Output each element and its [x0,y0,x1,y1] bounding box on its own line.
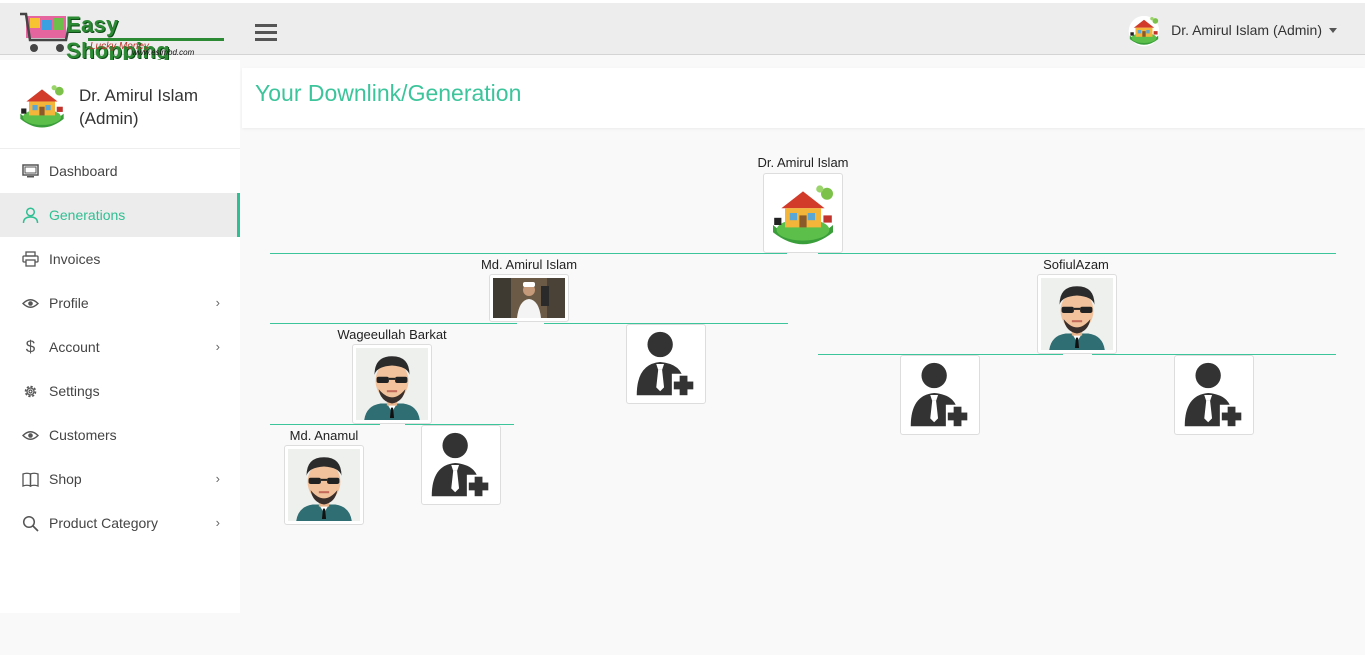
sidebar-item-label: Dashboard [49,163,118,179]
user-avatar [1127,13,1161,47]
dollar-icon: $ [25,337,36,356]
sidebar-menu: Dashboard Generations Invoices Profile ›… [0,149,240,545]
profile-name: Dr. Amirul Islam (Admin) [79,86,199,128]
sidebar-item-label: Product Category [49,515,158,531]
sidebar-item-label: Settings [49,383,100,399]
book-icon [22,471,39,488]
chevron-right-icon: › [215,295,220,310]
brand-logo[interactable]: Easy Shopping Lucky Money www.eslmbd.com [20,10,225,63]
sidebar-item-label: Account [49,339,100,355]
page-title: Your Downlink/Generation [255,80,522,106]
add-member-slot[interactable] [1174,355,1254,435]
printer-icon [22,251,39,268]
add-user-icon [422,426,500,504]
add-user-icon [627,325,705,403]
tree-node-name: Md. Anamul [289,428,359,443]
sidebar-item-invoices[interactable]: Invoices [0,237,240,281]
user-dropdown[interactable]: Dr. Amirul Islam (Admin) [1127,13,1337,47]
tree-node-left[interactable] [489,274,569,322]
sidebar-item-dashboard[interactable]: Dashboard [0,149,240,193]
sidebar-item-label: Profile [49,295,89,311]
add-member-slot[interactable] [626,324,706,404]
tree-node-right[interactable] [1037,274,1117,354]
tree-node-name: SofiulAzam [1043,257,1109,272]
avatar [16,79,68,131]
menu-toggle-icon[interactable] [255,24,277,42]
sidebar-item-generations[interactable]: Generations [0,193,240,237]
sidebar-item-settings[interactable]: Settings [0,369,240,413]
sidebar-item-profile[interactable]: Profile › [0,281,240,325]
page-header: Your Downlink/Generation [242,68,1365,128]
monitor-icon [22,163,39,180]
add-user-icon [1175,356,1253,434]
chevron-right-icon: › [215,339,220,354]
house-logo-avatar [767,177,839,249]
user-icon [22,206,39,224]
cartoon-man-avatar [288,449,360,521]
tree-connector [270,323,517,324]
sidebar-item-shop[interactable]: Shop › [0,457,240,501]
cartoon-man-avatar [356,348,428,420]
add-user-icon [901,356,979,434]
tree-node-name: Wageeullah Barkat [337,327,447,342]
top-navbar: Easy Shopping Lucky Money www.eslmbd.com… [0,0,1365,63]
sidebar: Dr. Amirul Islam (Admin) Dashboard Gener… [0,60,240,613]
add-member-slot[interactable] [900,355,980,435]
generation-tree: Dr. Amirul Islam Md. Amirul Islam Sofiul… [242,130,1365,630]
gear-icon [22,383,39,400]
sidebar-item-label: Shop [49,471,82,487]
eye-icon [22,427,39,444]
cartoon-man-avatar [1041,278,1113,350]
tree-node-left-left[interactable] [352,344,432,424]
chevron-right-icon: › [215,515,220,530]
tree-node-name: Md. Amirul Islam [480,257,578,272]
sidebar-profile: Dr. Amirul Islam (Admin) [0,60,240,149]
search-icon [22,515,39,532]
add-member-slot[interactable] [421,425,501,505]
tree-connector [270,253,787,254]
tree-node-name: Dr. Amirul Islam [757,155,849,170]
sidebar-item-account[interactable]: $ Account › [0,325,240,369]
eye-icon [22,295,39,312]
photo-avatar [493,278,565,318]
tree-node-left-left-left[interactable] [284,445,364,525]
user-name: Dr. Amirul Islam (Admin) [1171,22,1322,38]
sidebar-item-label: Invoices [49,251,101,267]
sidebar-item-customers[interactable]: Customers [0,413,240,457]
chevron-right-icon: › [215,471,220,486]
sidebar-item-label: Customers [49,427,117,443]
sidebar-item-label: Generations [49,207,126,223]
brand-url: www.eslmbd.com [132,48,195,57]
tree-node-root[interactable] [763,173,843,253]
tree-connector [818,253,1336,254]
sidebar-item-product-category[interactable]: Product Category › [0,501,240,545]
tree-connector [270,424,380,425]
caret-down-icon [1329,27,1337,33]
